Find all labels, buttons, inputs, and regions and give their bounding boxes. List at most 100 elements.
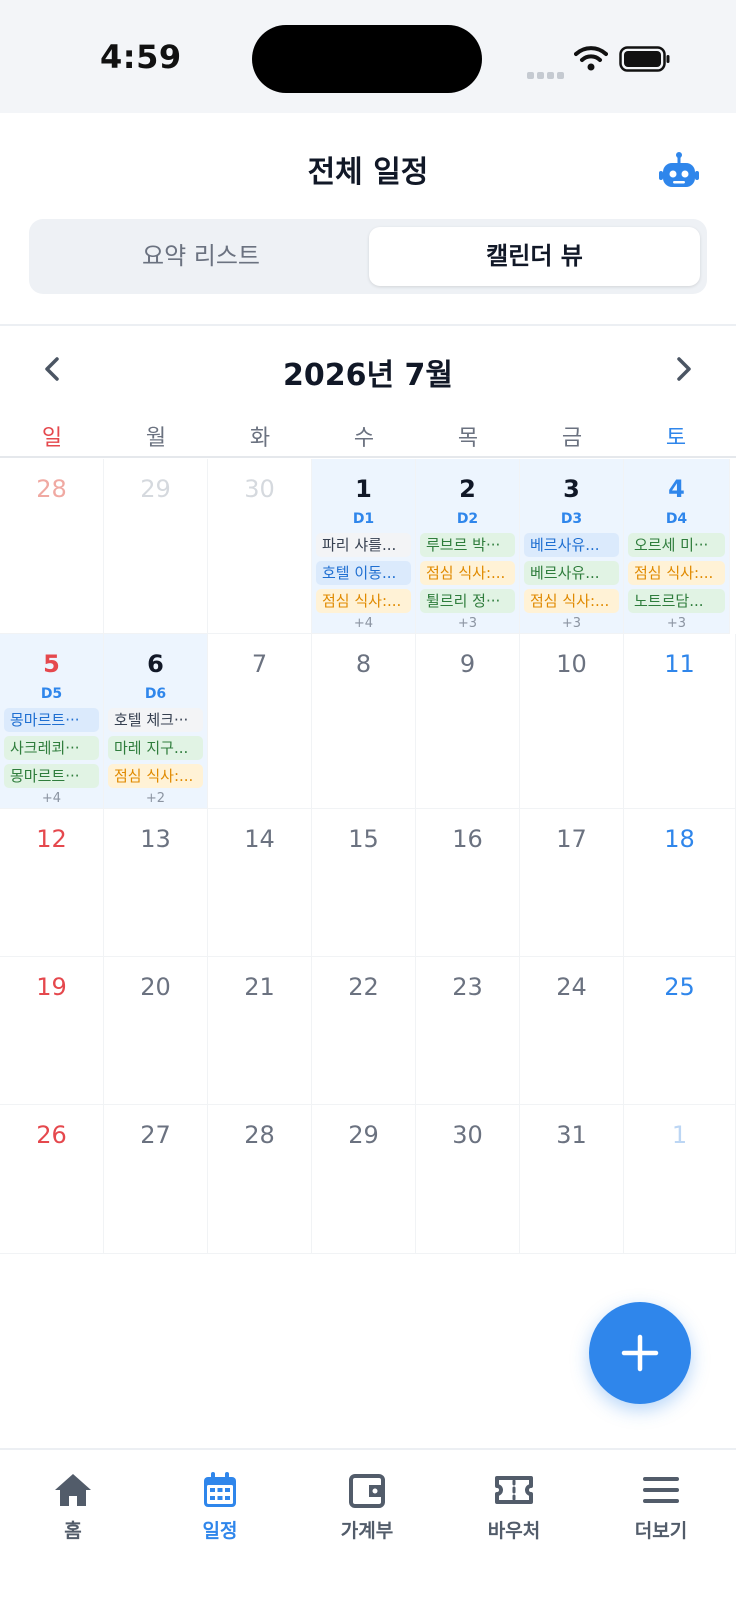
event-chip[interactable]: 점심 식사:... <box>316 589 411 613</box>
day-number: 3 <box>563 475 580 503</box>
day-cell[interactable]: 10 <box>520 634 624 809</box>
day-number: 11 <box>664 650 695 678</box>
day-cell[interactable]: 25 <box>624 957 736 1105</box>
day-cell[interactable]: 13 <box>104 809 208 957</box>
event-chip[interactable]: 노트르담... <box>628 589 725 613</box>
more-events-count[interactable]: +2 <box>104 791 207 806</box>
event-chip[interactable]: 몽마르트··· <box>4 764 99 788</box>
day-cell[interactable]: 30 <box>416 1105 520 1254</box>
day-cell[interactable]: 15 <box>312 809 416 957</box>
day-cell[interactable]: 23 <box>416 957 520 1105</box>
plus-icon <box>621 1334 659 1372</box>
day-number: 27 <box>140 1121 171 1149</box>
event-chip[interactable]: 파리 샤를... <box>316 533 411 557</box>
day-number: 2 <box>459 475 476 503</box>
day-cell[interactable]: 21 <box>208 957 312 1105</box>
nav-label: 일정 <box>202 1520 238 1542</box>
day-cell[interactable]: 1 <box>624 1105 736 1254</box>
day-cell[interactable]: 4 D4 오르세 미··· 점심 식사:... 노트르담... +3 <box>624 459 730 634</box>
header-divider <box>0 324 736 326</box>
nav-schedule[interactable]: 일정 <box>170 1470 270 1543</box>
event-chip[interactable]: 몽마르트··· <box>4 708 99 732</box>
event-chip[interactable]: 점심 식사:... <box>628 561 725 585</box>
add-event-button[interactable] <box>589 1302 691 1404</box>
day-number: 8 <box>355 650 372 678</box>
event-chip[interactable]: 루브르 박··· <box>420 533 515 557</box>
month-title: 2026년 7월 <box>282 358 453 393</box>
nav-label: 홈 <box>64 1520 82 1542</box>
event-chip[interactable]: 점심 식사:... <box>420 561 515 585</box>
day-cell[interactable]: 2 D2 루브르 박··· 점심 식사:... 튈르리 정··· +3 <box>416 459 520 634</box>
day-number: 29 <box>348 1121 379 1149</box>
day-number: 23 <box>452 973 483 1001</box>
day-cell[interactable]: 6 D6 호텔 체크··· 마레 지구... 점심 식사:... +2 <box>104 634 208 809</box>
day-cell[interactable]: 17 <box>520 809 624 957</box>
day-cell[interactable]: 22 <box>312 957 416 1105</box>
day-cell[interactable]: 28 <box>208 1105 312 1254</box>
day-cell[interactable]: 8 <box>312 634 416 809</box>
event-chip[interactable]: 호텔 이동... <box>316 561 411 585</box>
wallet-icon <box>349 1474 385 1508</box>
event-chip[interactable]: 점심 식사:... <box>524 589 619 613</box>
event-chip[interactable]: 점심 식사:... <box>108 764 203 788</box>
day-cell[interactable]: 24 <box>520 957 624 1105</box>
day-number: 25 <box>664 973 695 1001</box>
event-chip[interactable]: 마레 지구... <box>108 736 203 760</box>
day-cell[interactable]: 12 <box>0 809 104 957</box>
tab-summary-list[interactable]: 요약 리스트 <box>37 227 365 286</box>
weekday-sat: 토 <box>665 426 687 451</box>
weekday-header: 일 월 화 수 목 금 토 <box>0 416 736 458</box>
day-cell[interactable]: 1 D1 파리 샤를... 호텔 이동... 점심 식사:... +4 <box>312 459 416 634</box>
event-chip[interactable]: 오르세 미··· <box>628 533 725 557</box>
more-events-count[interactable]: +3 <box>624 616 729 631</box>
weekday-tue: 화 <box>249 426 271 451</box>
day-cell[interactable]: 20 <box>104 957 208 1105</box>
day-cell[interactable]: 9 <box>416 634 520 809</box>
chevron-right-icon[interactable] <box>672 354 696 384</box>
day-cell[interactable]: 31 <box>520 1105 624 1254</box>
day-cell[interactable]: 7 <box>208 634 312 809</box>
nav-more[interactable]: 더보기 <box>611 1470 711 1543</box>
weekday-sun: 일 <box>41 426 63 451</box>
day-cell[interactable]: 14 <box>208 809 312 957</box>
day-number: 29 <box>140 475 171 503</box>
event-chip[interactable]: 사크레쾨··· <box>4 736 99 760</box>
day-number: 20 <box>140 973 171 1001</box>
day-cell[interactable]: 16 <box>416 809 520 957</box>
more-events-count[interactable]: +3 <box>520 616 623 631</box>
day-cell[interactable]: 26 <box>0 1105 104 1254</box>
nav-voucher[interactable]: 바우처 <box>464 1470 564 1543</box>
event-chip[interactable]: 베르사유... <box>524 561 619 585</box>
day-cell[interactable]: 11 <box>624 634 736 809</box>
event-chip[interactable]: 호텔 체크··· <box>108 708 203 732</box>
nav-budget[interactable]: 가계부 <box>317 1470 417 1543</box>
trip-day-label: D1 <box>352 511 375 527</box>
day-number: 28 <box>244 1121 275 1149</box>
more-events-count[interactable]: +4 <box>0 791 103 806</box>
day-cell[interactable]: 28 <box>0 459 104 634</box>
day-cell[interactable]: 5 D5 몽마르트··· 사크레쾨··· 몽마르트··· +4 <box>0 634 104 809</box>
event-chip[interactable]: 튈르리 정··· <box>420 589 515 613</box>
day-cell[interactable]: 29 <box>104 459 208 634</box>
day-cell[interactable]: 30 <box>208 459 312 634</box>
day-cell[interactable]: 19 <box>0 957 104 1105</box>
event-chip[interactable]: 베르사유... <box>524 533 619 557</box>
tab-calendar-view[interactable]: 캘린더 뷰 <box>369 227 700 286</box>
more-events-count[interactable]: +4 <box>312 616 415 631</box>
day-cell[interactable]: 18 <box>624 809 736 957</box>
robot-icon[interactable] <box>658 151 700 191</box>
day-number: 17 <box>556 825 587 853</box>
day-number: 9 <box>459 650 476 678</box>
more-events-count[interactable]: +3 <box>416 616 519 631</box>
day-cell[interactable]: 27 <box>104 1105 208 1254</box>
day-number: 22 <box>348 973 379 1001</box>
day-cell[interactable]: 29 <box>312 1105 416 1254</box>
day-number: 12 <box>36 825 67 853</box>
view-toggle: 요약 리스트 캘린더 뷰 <box>29 219 707 294</box>
day-cell[interactable]: 3 D3 베르사유... 베르사유... 점심 식사:... +3 <box>520 459 624 634</box>
trip-day-label: D5 <box>40 686 63 702</box>
trip-day-label: D2 <box>456 511 479 527</box>
day-number: 18 <box>664 825 695 853</box>
page-title: 전체 일정 <box>307 155 429 190</box>
nav-home[interactable]: 홈 <box>23 1470 123 1543</box>
